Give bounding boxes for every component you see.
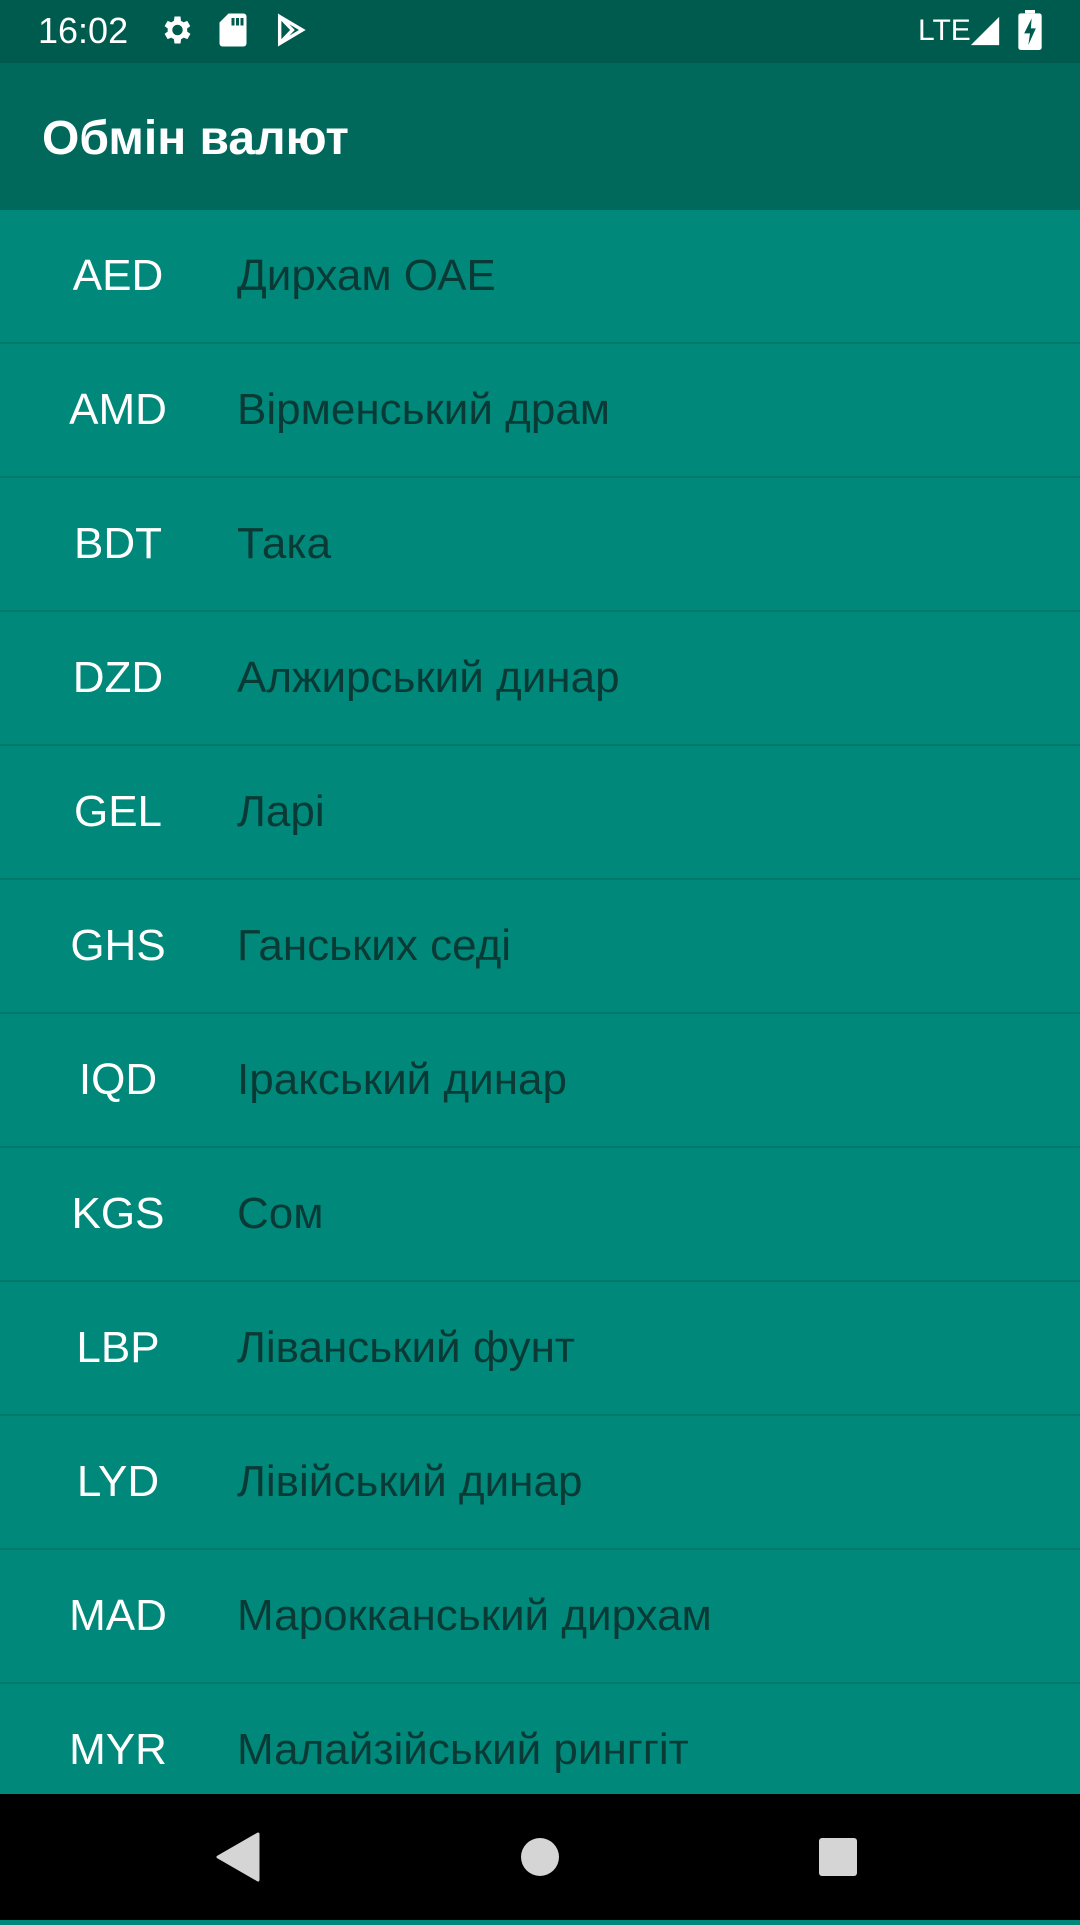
app-bar: Обмін валют xyxy=(0,63,1080,210)
currency-name: Марокканський дирхам xyxy=(237,1591,712,1640)
status-bar: 16:02 LTE xyxy=(0,0,1080,63)
currency-row[interactable]: MYR Малайзійський ринггіт xyxy=(0,1684,1080,1794)
currency-row[interactable]: AMD Вірменський драм xyxy=(0,344,1080,478)
recents-button[interactable] xyxy=(768,1794,908,1920)
status-time: 16:02 xyxy=(38,10,129,51)
currency-name: Малайзійський ринггіт xyxy=(237,1725,689,1774)
back-button[interactable] xyxy=(170,1794,310,1920)
gear-icon xyxy=(158,12,194,53)
currency-row[interactable]: KGS Сом xyxy=(0,1148,1080,1282)
currency-code: MAD xyxy=(69,1591,167,1640)
currency-code: LBP xyxy=(76,1323,160,1372)
back-icon xyxy=(216,1832,260,1882)
currency-name: Вірменський драм xyxy=(237,385,611,434)
currency-code: AED xyxy=(72,251,164,300)
currency-name: Дирхам ОАЕ xyxy=(237,251,496,300)
home-button[interactable] xyxy=(470,1794,610,1920)
home-icon xyxy=(521,1838,559,1876)
battery-charging-icon xyxy=(1018,10,1042,55)
currency-name: Така xyxy=(237,519,332,568)
currency-code: MYR xyxy=(69,1725,167,1774)
recents-icon xyxy=(819,1838,857,1876)
currency-row[interactable]: MAD Марокканський дирхам xyxy=(0,1550,1080,1684)
currency-name: Іракський динар xyxy=(237,1055,567,1104)
currency-code: IQD xyxy=(78,1055,158,1104)
currency-row[interactable]: GHS Ганських седі xyxy=(0,880,1080,1014)
currency-code: DZD xyxy=(72,653,164,702)
currency-name: Сом xyxy=(237,1189,324,1238)
currency-row[interactable]: GEL Ларі xyxy=(0,746,1080,880)
currency-code: BDT xyxy=(74,519,162,568)
currency-code: LYD xyxy=(76,1457,160,1506)
currency-code: GEL xyxy=(73,787,163,836)
currency-name: Алжирський динар xyxy=(237,653,620,702)
play-store-icon xyxy=(274,12,308,53)
currency-row[interactable]: LBP Ліванський фунт xyxy=(0,1282,1080,1416)
currency-row[interactable]: LYD Лівійський динар xyxy=(0,1416,1080,1550)
currency-name: Лівійський динар xyxy=(237,1457,583,1506)
network-type-label: LTE xyxy=(918,14,971,47)
signal-icon xyxy=(968,14,1002,53)
page-title: Обмін валют xyxy=(42,112,349,165)
currency-code: KGS xyxy=(71,1189,165,1238)
currency-name: Ліванський фунт xyxy=(237,1323,576,1372)
currency-row[interactable]: AED Дирхам ОАЕ xyxy=(0,210,1080,344)
sd-card-icon xyxy=(218,12,248,53)
currency-list[interactable]: AED Дирхам ОАЕ AMD Вірменський драм BDT Така D… xyxy=(0,210,1080,1794)
currency-code: GHS xyxy=(70,921,166,970)
currency-row[interactable]: IQD Іракський динар xyxy=(0,1014,1080,1148)
currency-code: AMD xyxy=(69,385,167,434)
currency-row[interactable]: DZD Алжирський динар xyxy=(0,612,1080,746)
navigation-bar xyxy=(0,1794,1080,1920)
currency-name: Ганських седі xyxy=(237,921,512,970)
currency-row[interactable]: BDT Така xyxy=(0,478,1080,612)
currency-name: Ларі xyxy=(237,787,325,836)
